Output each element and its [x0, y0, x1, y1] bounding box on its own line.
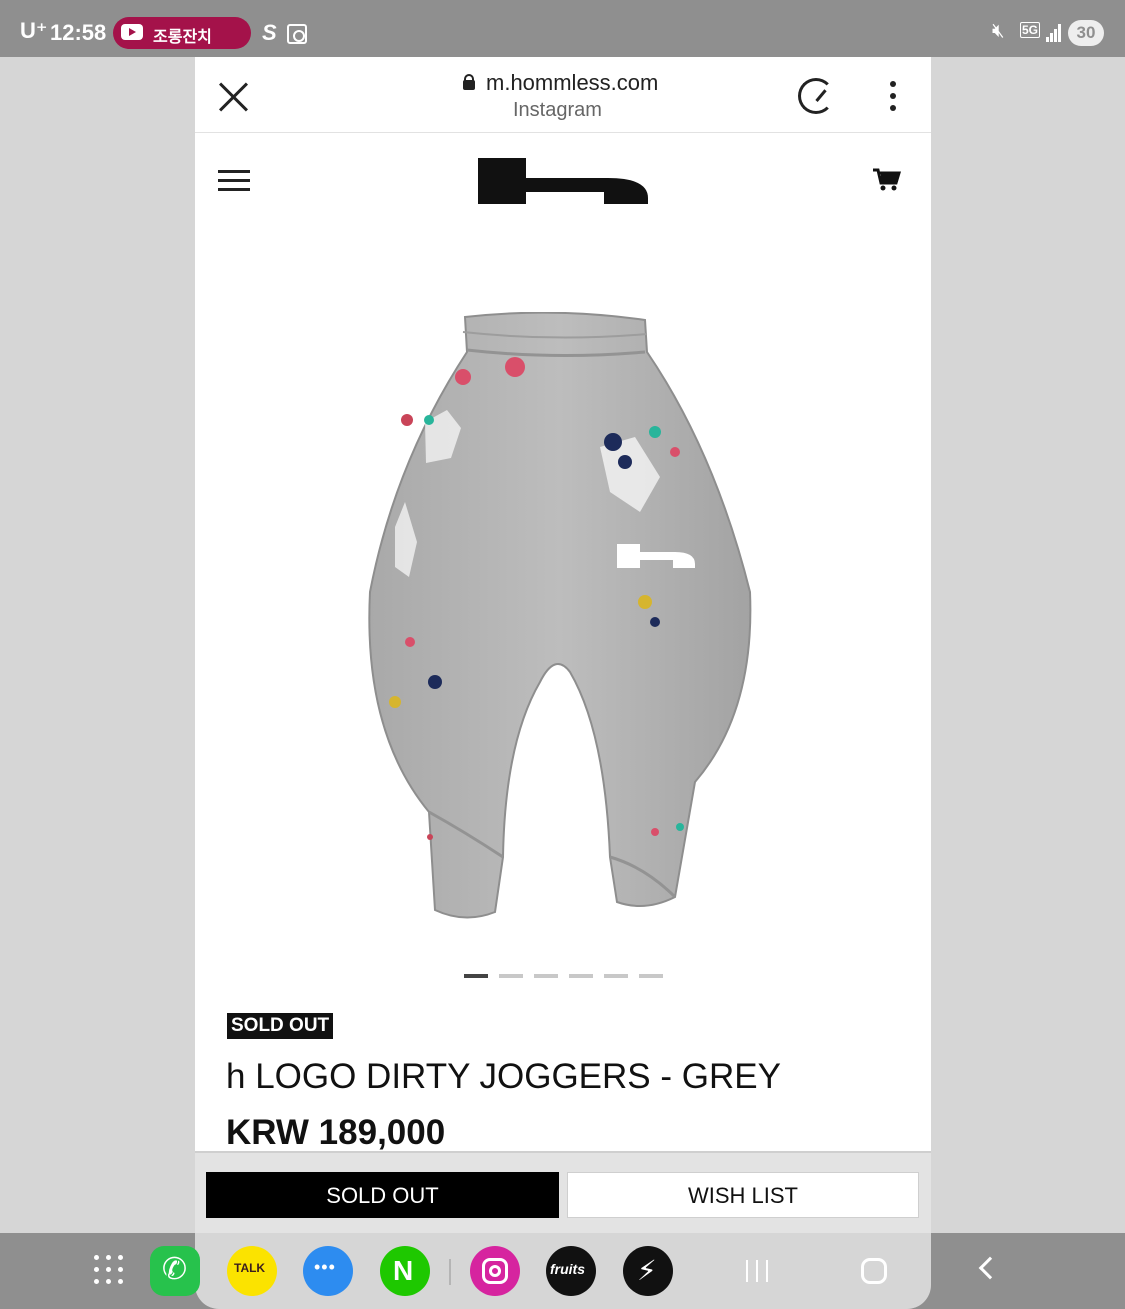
- url-subtitle: Instagram: [513, 99, 602, 121]
- naver-app-icon[interactable]: N: [380, 1246, 430, 1296]
- product-image[interactable]: [355, 312, 755, 922]
- menu-icon[interactable]: [218, 170, 250, 192]
- dock-divider: [449, 1259, 451, 1285]
- app-drawer-icon[interactable]: [94, 1255, 124, 1285]
- carrier-label: U⁺: [20, 18, 48, 43]
- lock-icon: [463, 74, 475, 90]
- battery-icon: 30: [1068, 20, 1104, 46]
- custom-tab-toolbar: m.hommless.com Instagram: [195, 57, 931, 133]
- media-notification-pill[interactable]: 조롱잔치: [113, 17, 251, 49]
- camera-icon: [287, 24, 307, 44]
- sold-out-button[interactable]: SOLD OUT: [206, 1172, 559, 1218]
- site-logo[interactable]: [478, 158, 648, 204]
- naver-label: N: [393, 1255, 414, 1286]
- wish-list-button[interactable]: WISH LIST: [567, 1172, 919, 1218]
- clock: 12:58: [50, 20, 107, 45]
- samsung-pass-icon: S: [262, 20, 277, 45]
- carousel-dot[interactable]: [569, 974, 593, 978]
- network-5g-icon: 5G: [1020, 22, 1041, 38]
- cart-icon[interactable]: [873, 168, 901, 192]
- carousel-dot[interactable]: [639, 974, 663, 978]
- instagram-app-icon[interactable]: [470, 1246, 520, 1296]
- fruits-label: fruits: [550, 1261, 585, 1277]
- carousel-dot[interactable]: [534, 974, 558, 978]
- carousel-dot[interactable]: [464, 974, 488, 978]
- close-icon[interactable]: [217, 81, 249, 113]
- url-text[interactable]: m.hommless.com: [486, 70, 658, 96]
- kakaotalk-app-icon[interactable]: TALK: [227, 1246, 277, 1296]
- browser-window: m.hommless.com Instagram SOLD OUT h LOGO…: [195, 57, 931, 1233]
- mute-icon: 🔇︎: [992, 20, 1005, 42]
- bolt-glyph: ⚡︎: [637, 1255, 657, 1286]
- more-icon[interactable]: [889, 81, 897, 111]
- carousel-dot[interactable]: [499, 974, 523, 978]
- youtube-icon: [121, 24, 143, 40]
- site-header: [195, 134, 931, 226]
- status-bar: U⁺ 12:58 조롱잔치 S 🔇︎ 5G 30: [0, 0, 1125, 57]
- carousel-dot[interactable]: [604, 974, 628, 978]
- recent-apps-button[interactable]: [744, 1260, 770, 1282]
- speed-icon[interactable]: [798, 78, 834, 114]
- fruits-app-icon[interactable]: fruits: [546, 1246, 596, 1296]
- status-badge: SOLD OUT: [227, 1013, 334, 1039]
- messages-app-icon[interactable]: [303, 1246, 353, 1296]
- signal-icon: [1046, 24, 1062, 42]
- product-price: KRW 189,000: [226, 1113, 446, 1152]
- home-button[interactable]: [861, 1258, 887, 1284]
- product-action-bar: SOLD OUT WISH LIST: [195, 1151, 931, 1233]
- bolt-app-icon[interactable]: ⚡︎: [623, 1246, 673, 1296]
- back-button[interactable]: [978, 1256, 1002, 1280]
- kakaotalk-label: TALK: [234, 1261, 266, 1275]
- phone-app-icon[interactable]: [150, 1246, 200, 1296]
- media-notification-label: 조롱잔치: [153, 29, 212, 46]
- taskbar: TALK N fruits ⚡︎: [0, 1233, 1125, 1309]
- product-title: h LOGO DIRTY JOGGERS - GREY: [226, 1057, 781, 1096]
